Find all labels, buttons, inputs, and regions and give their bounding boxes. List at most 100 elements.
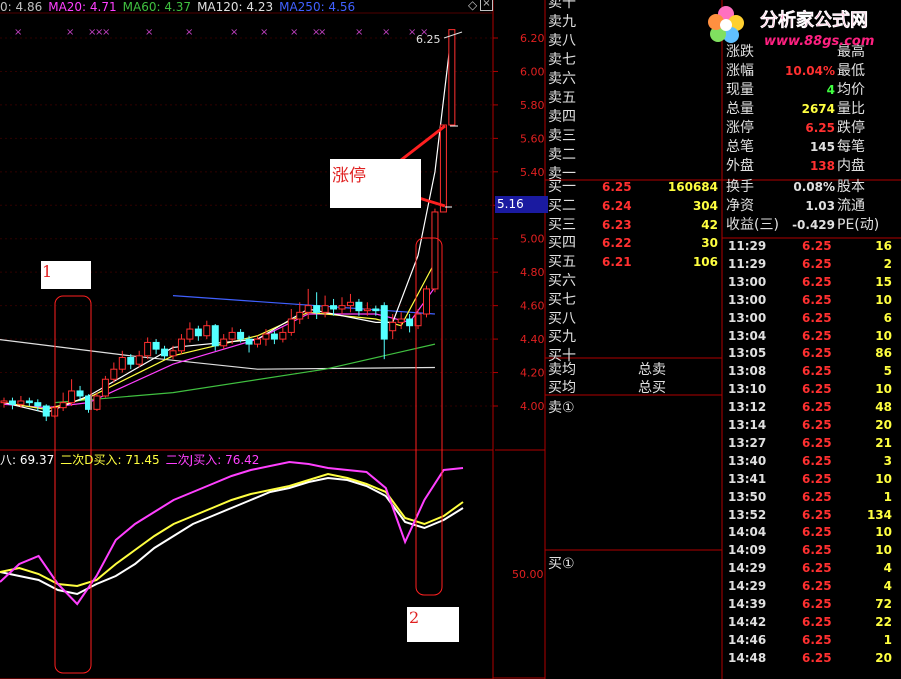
tick-volume: 5 — [883, 364, 892, 379]
tick-row[interactable]: 14:29 6.25 4 — [726, 577, 896, 595]
ask-level-label: 卖七 — [548, 52, 576, 68]
close-icon[interactable]: × — [480, 0, 493, 11]
bid-level[interactable]: 买七 — [546, 291, 722, 309]
bid-level[interactable]: 买一 6.25 160684 — [546, 178, 722, 196]
ask-level[interactable]: 卖六 — [546, 70, 722, 88]
bid-level[interactable]: 买二 6.24 304 — [546, 197, 722, 215]
ask-level[interactable]: 卖四 — [546, 108, 722, 126]
ask-level[interactable]: 卖十 — [546, 0, 722, 12]
tick-row[interactable]: 13:08 6.25 5 — [726, 362, 896, 380]
cursor-price-label: 5.16 — [495, 196, 548, 213]
tick-row[interactable]: 13:14 6.25 20 — [726, 416, 896, 434]
ask-level[interactable]: 卖二 — [546, 146, 722, 164]
tick-price: 6.25 — [802, 489, 832, 504]
diamond-icon[interactable]: ◇ — [468, 0, 477, 12]
tick-row[interactable]: 13:05 6.25 86 — [726, 344, 896, 362]
limit-up-label-box: 涨停 — [330, 159, 421, 208]
tick-row[interactable]: 14:46 6.25 1 — [726, 631, 896, 649]
tick-row[interactable]: 13:40 6.25 3 — [726, 452, 896, 470]
tick-row[interactable]: 14:48 6.25 20 — [726, 649, 896, 667]
ask-level[interactable]: 卖七 — [546, 51, 722, 69]
tick-price: 6.25 — [802, 453, 832, 468]
tick-row[interactable]: 13:00 6.25 15 — [726, 273, 896, 291]
tick-volume: 20 — [875, 650, 892, 665]
tick-row[interactable]: 11:29 6.25 2 — [726, 255, 896, 273]
y-tick-label: 6.20 — [520, 32, 545, 45]
ask-level[interactable]: 卖五 — [546, 89, 722, 107]
tick-row[interactable]: 14:42 6.25 22 — [726, 613, 896, 631]
watermark-title: 分析家公式网 — [760, 10, 869, 32]
bid-level[interactable]: 买九 — [546, 328, 722, 346]
bid-level-label: 买四 — [548, 235, 576, 252]
candle-body — [152, 341, 160, 350]
ask-level-label: 卖十 — [548, 0, 576, 11]
buy-marker[interactable]: 买① — [548, 553, 575, 573]
tick-row[interactable]: 11:29 6.25 16 — [726, 237, 896, 255]
tick-row[interactable]: 13:00 6.25 6 — [726, 309, 896, 327]
indicator-tick-label: 50.00 — [512, 568, 544, 581]
tick-row[interactable]: 13:00 6.25 10 — [726, 291, 896, 309]
tick-row[interactable]: 13:52 6.25 134 — [726, 506, 896, 524]
tick-time: 13:00 — [728, 274, 767, 289]
tick-time: 13:14 — [728, 418, 767, 432]
y-tick-label: 4.60 — [520, 300, 545, 313]
y-tick-label: 4.80 — [520, 266, 545, 279]
tick-row[interactable]: 13:04 6.25 10 — [726, 327, 896, 345]
bid-level-volume: 106 — [692, 255, 718, 270]
tick-row[interactable]: 14:04 6.25 10 — [726, 523, 896, 541]
signal-marker: × — [145, 27, 153, 38]
tick-time: 13:52 — [728, 507, 767, 522]
ask-level[interactable]: 卖九 — [546, 13, 722, 31]
candle-body — [245, 338, 253, 345]
bid-level[interactable]: 买三 6.23 42 — [546, 216, 722, 234]
tick-row[interactable]: 13:50 6.25 1 — [726, 488, 896, 506]
tick-price: 6.25 — [802, 418, 832, 432]
tick-time: 14:46 — [728, 632, 767, 647]
candle-body — [203, 325, 211, 337]
bid-level-volume: 160684 — [667, 180, 718, 194]
sell-marker[interactable]: 卖① — [548, 397, 575, 417]
candle-body — [101, 378, 109, 397]
tick-row[interactable]: 13:27 6.25 21 — [726, 434, 896, 452]
stat-key-2: 量比 — [837, 101, 865, 117]
candle-body — [423, 288, 430, 315]
stat-key-2: 内盘 — [837, 158, 865, 174]
candle-body — [220, 338, 228, 347]
ma-legend-item: MA120: 4.23 — [197, 0, 274, 14]
tick-price: 6.25 — [802, 239, 832, 253]
candle-body — [93, 395, 101, 410]
candle-body — [228, 331, 236, 340]
stat-row: 总量 2674 量比 — [726, 100, 901, 119]
bid-level[interactable]: 买八 — [546, 310, 722, 328]
bid-level-price: 6.23 — [602, 217, 632, 232]
candle-body — [321, 305, 329, 313]
tick-volume: 72 — [875, 597, 892, 611]
candle-body — [25, 400, 33, 404]
bid-level-volume: 304 — [692, 198, 718, 213]
ask-level[interactable]: 卖八 — [546, 32, 722, 50]
tick-row[interactable]: 14:29 6.25 4 — [726, 559, 896, 577]
candle-body — [161, 348, 169, 357]
tick-volume: 16 — [875, 239, 892, 253]
ask-level[interactable]: 卖三 — [546, 127, 722, 145]
y-tick-label: 5.60 — [520, 132, 545, 145]
candle-body — [237, 331, 245, 340]
candle-body — [0, 400, 8, 404]
tick-price: 6.25 — [802, 579, 832, 594]
bid-level[interactable]: 买五 6.21 106 — [546, 253, 722, 271]
bid-level-label: 买三 — [548, 216, 576, 233]
bid-level[interactable]: 买四 6.22 30 — [546, 234, 722, 252]
ask-level-label: 卖六 — [548, 71, 576, 87]
candle-body — [194, 328, 202, 337]
tick-row[interactable]: 13:12 6.25 48 — [726, 398, 896, 416]
tick-row[interactable]: 14:09 6.25 10 — [726, 541, 896, 559]
tick-row[interactable]: 14:39 6.25 72 — [726, 595, 896, 613]
stat-row: 换手 0.08% 股本 — [726, 178, 901, 197]
tick-row[interactable]: 13:41 6.25 10 — [726, 470, 896, 488]
candle-body — [59, 402, 67, 409]
tick-row[interactable]: 13:10 6.25 10 — [726, 380, 896, 398]
candle-body — [279, 331, 287, 340]
buy-average-label: 买均 — [548, 380, 576, 396]
stat-key-2: PE(动) — [837, 217, 880, 233]
bid-level[interactable]: 买六 — [546, 272, 722, 290]
